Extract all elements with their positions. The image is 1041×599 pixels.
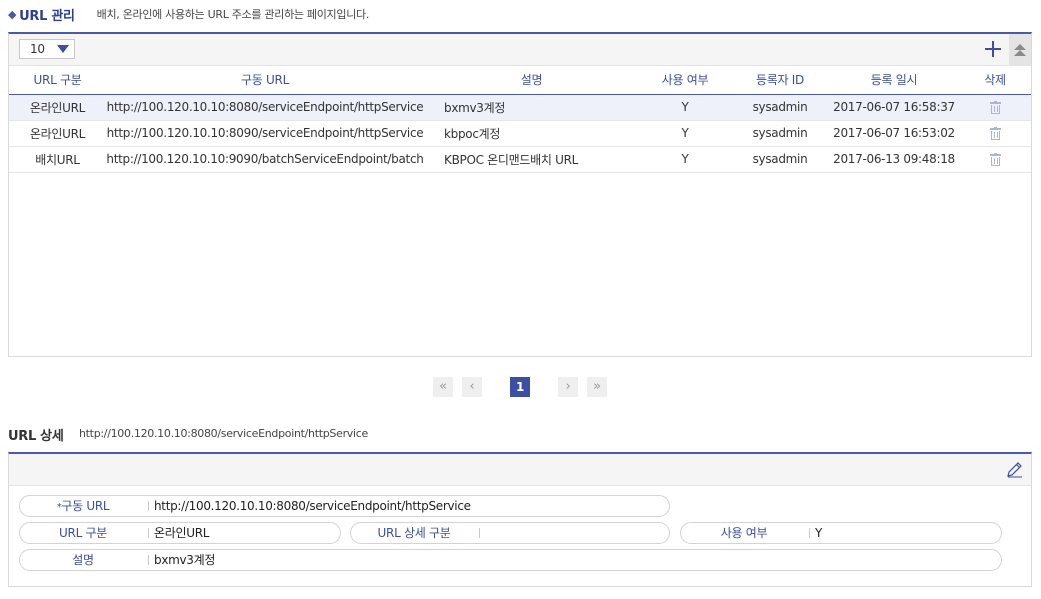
pagination: « ‹ 1 › » xyxy=(0,377,1041,397)
detail-title: URL 상세 xyxy=(8,429,64,444)
cell-user: sysadmin xyxy=(731,94,829,121)
diamond-icon: ◆ xyxy=(8,7,17,21)
url-type-field: URL 구분 온라인URL xyxy=(19,522,341,544)
cell-use: Y xyxy=(639,94,731,121)
desc-field: 설명 bxmv3계정 xyxy=(19,549,1002,571)
cell-date: 2017-06-13 09:48:18 xyxy=(829,146,959,173)
run-url-label: 구동 URL xyxy=(61,499,110,513)
page-1-button[interactable]: 1 xyxy=(510,377,530,397)
trash-icon[interactable] xyxy=(989,153,1001,166)
column-header[interactable]: URL 구분 xyxy=(9,66,106,95)
page-description: 배치, 온라인에 사용하는 URL 주소를 관리하는 페이지입니다. xyxy=(96,8,370,21)
run-url-input[interactable]: http://100.120.10.10:8080/serviceEndpoin… xyxy=(154,496,471,516)
url-detail-type-label: URL 상세 구분 xyxy=(377,526,451,540)
prev-page-button[interactable]: ‹ xyxy=(462,377,482,397)
delete-cell xyxy=(959,120,1031,147)
column-header[interactable]: 등록 일시 xyxy=(829,66,959,95)
cell-user: sysadmin xyxy=(731,146,829,173)
cell-url: http://100.120.10.10:9090/batchServiceEn… xyxy=(106,146,424,173)
cell-url-type: 배치URL xyxy=(9,146,106,173)
use-label: 사용 여부 xyxy=(720,526,768,540)
next-page-button[interactable]: › xyxy=(558,377,578,397)
url-detail-type-field: URL 상세 구분 xyxy=(350,522,670,544)
cell-date: 2017-06-07 16:58:37 xyxy=(829,94,959,121)
table-row[interactable]: 온라인URL http://100.120.10.10:8090/service… xyxy=(9,120,1031,147)
table-row[interactable]: 배치URL http://100.120.10.10:9090/batchSer… xyxy=(9,146,1031,173)
page-title: URL 관리 xyxy=(19,8,75,24)
desc-label: 설명 xyxy=(72,553,94,567)
run-url-field: *구동 URL http://100.120.10.10:8080/servic… xyxy=(19,495,670,517)
trash-icon[interactable] xyxy=(989,127,1001,140)
url-table: URL 구분 구동 URL 설명 사용 여부 등록자 ID 등록 일시 삭제 온… xyxy=(9,66,1031,173)
cell-desc: bxmv3계정 xyxy=(424,94,639,121)
cell-url: http://100.120.10.10:8080/serviceEndpoin… xyxy=(106,94,424,121)
cell-date: 2017-06-07 16:53:02 xyxy=(829,120,959,147)
column-header[interactable]: 설명 xyxy=(424,66,639,95)
page-size-value: 10 xyxy=(30,42,45,56)
page-size-select[interactable]: 10 xyxy=(19,39,75,59)
grid-toolbar: 10 xyxy=(9,34,1031,66)
delete-cell xyxy=(959,146,1031,173)
chevron-down-icon xyxy=(57,45,69,53)
detail-selected-url: http://100.120.10.10:8080/serviceEndpoin… xyxy=(79,427,368,440)
cell-user: sysadmin xyxy=(731,120,829,147)
desc-input[interactable]: bxmv3계정 xyxy=(154,550,215,570)
column-header[interactable]: 등록자 ID xyxy=(731,66,829,95)
cell-use: Y xyxy=(639,146,731,173)
cell-url: http://100.120.10.10:8090/serviceEndpoin… xyxy=(106,120,424,147)
cell-desc: kbpoc계정 xyxy=(424,120,639,147)
cell-url-type: 온라인URL xyxy=(9,120,106,147)
add-icon[interactable] xyxy=(981,37,1005,61)
use-field: 사용 여부 Y xyxy=(680,522,1002,544)
cell-desc: KBPOC 온디맨드배치 URL xyxy=(424,146,639,173)
trash-icon[interactable] xyxy=(989,101,1001,114)
url-type-select[interactable]: 온라인URL xyxy=(154,523,209,543)
first-page-button[interactable]: « xyxy=(433,377,453,397)
cell-use: Y xyxy=(639,120,731,147)
last-page-button[interactable]: » xyxy=(587,377,607,397)
column-header: 삭제 xyxy=(959,66,1031,95)
table-header-row: URL 구분 구동 URL 설명 사용 여부 등록자 ID 등록 일시 삭제 xyxy=(9,66,1031,95)
collapse-icon[interactable] xyxy=(1009,34,1031,65)
delete-cell xyxy=(959,94,1031,121)
cell-url-type: 온라인URL xyxy=(9,94,106,121)
url-grid: 10 URL 구분 구동 URL 설명 사용 여부 등록자 ID 등록 일시 삭… xyxy=(8,32,1032,357)
page-header: ◆ URL 관리 배치, 온라인에 사용하는 URL 주소를 관리하는 페이지입… xyxy=(8,4,369,24)
use-select[interactable]: Y xyxy=(815,523,822,543)
detail-panel: *구동 URL http://100.120.10.10:8080/servic… xyxy=(8,452,1032,587)
pencil-icon[interactable] xyxy=(1005,459,1025,479)
url-type-label: URL 구분 xyxy=(59,526,107,540)
detail-toolbar xyxy=(9,454,1031,486)
column-header[interactable]: 사용 여부 xyxy=(639,66,731,95)
column-header[interactable]: 구동 URL xyxy=(106,66,424,95)
table-row[interactable]: 온라인URL http://100.120.10.10:8080/service… xyxy=(9,94,1031,121)
